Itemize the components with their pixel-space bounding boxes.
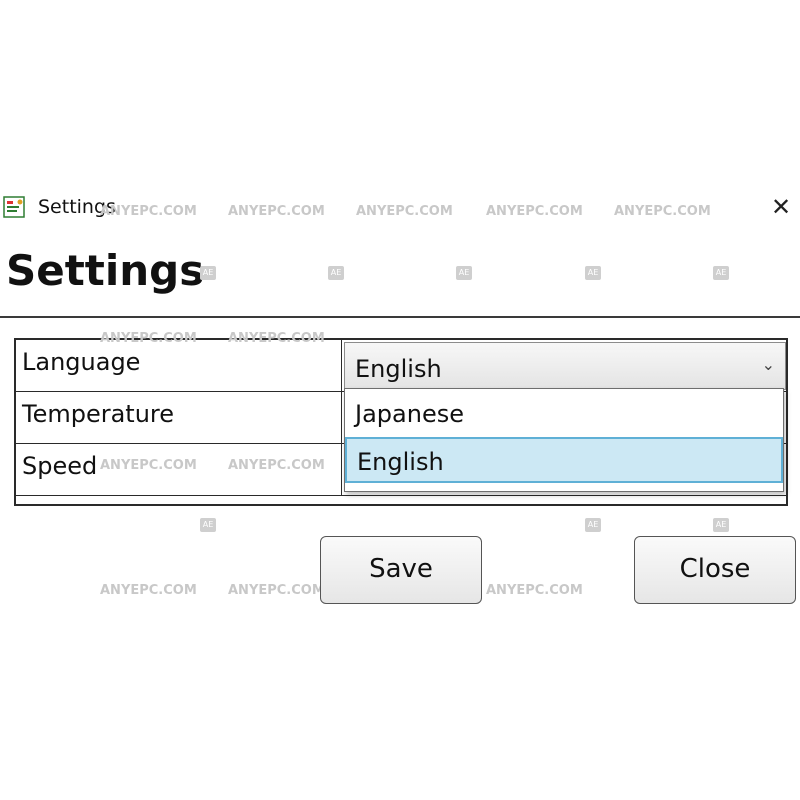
watermark-badge: AE xyxy=(585,266,601,280)
language-combobox[interactable]: English ⌄ xyxy=(344,342,786,390)
close-icon[interactable]: ✕ xyxy=(766,192,796,222)
watermark-badge: AE xyxy=(713,266,729,280)
row-label: Temperature xyxy=(16,392,342,443)
window-title: Settings xyxy=(38,196,116,218)
watermark-badge: AE xyxy=(200,518,216,532)
app-settings-icon xyxy=(2,194,28,220)
row-label: Language xyxy=(16,340,342,391)
watermark-text: ANYEPC.COM xyxy=(486,583,583,598)
watermark-text: ANYEPC.COM xyxy=(228,583,325,598)
divider xyxy=(0,316,800,318)
watermark-badge: AE xyxy=(585,518,601,532)
combo-value: English xyxy=(355,355,442,383)
watermark-badge: AE xyxy=(328,266,344,280)
row-language: Language English ⌄ xyxy=(16,340,786,392)
option-japanese[interactable]: Japanese xyxy=(345,391,783,437)
chevron-down-icon[interactable]: ⌄ xyxy=(762,355,775,374)
watermark-badge: AE xyxy=(713,518,729,532)
save-button[interactable]: Save xyxy=(320,536,482,604)
title-bar: Settings ✕ xyxy=(0,188,800,226)
page-title: Settings xyxy=(6,246,205,295)
close-button[interactable]: Close xyxy=(634,536,796,604)
row-label: Speed xyxy=(16,444,342,495)
watermark-badge: AE xyxy=(456,266,472,280)
option-english[interactable]: English xyxy=(345,437,783,483)
watermark-text: ANYEPC.COM xyxy=(100,583,197,598)
language-dropdown-list: Japanese English xyxy=(344,388,784,492)
